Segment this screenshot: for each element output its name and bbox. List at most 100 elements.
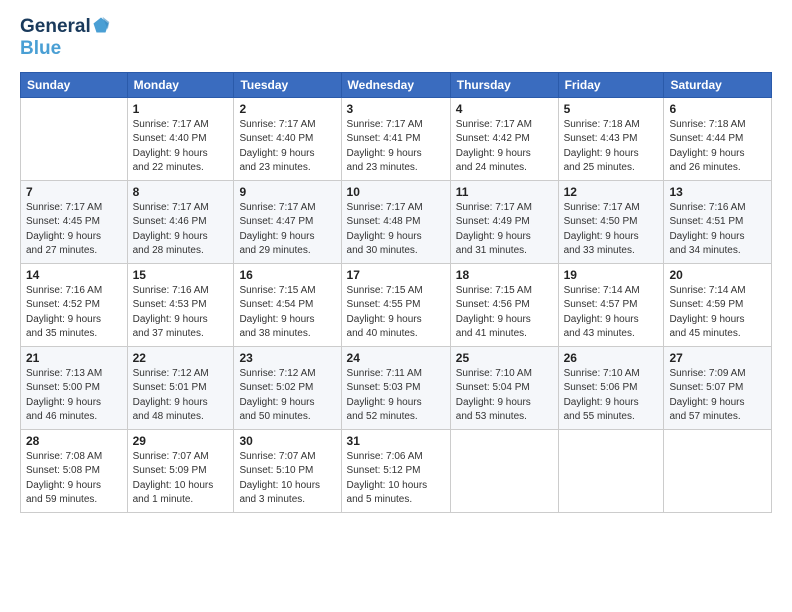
day-info: Sunrise: 7:17 AMSunset: 4:42 PMDaylight:… [456, 118, 553, 176]
week-row-3: 14 Sunrise: 7:16 AMSunset: 4:52 PMDayligh… [21, 263, 772, 346]
day-info: Sunrise: 7:17 AMSunset: 4:48 PMDaylight:… [347, 201, 445, 259]
day-number: 11 [456, 185, 553, 199]
calendar-cell: 9 Sunrise: 7:17 AMSunset: 4:47 PMDaylight… [234, 180, 341, 263]
day-info: Sunrise: 7:06 AMSunset: 5:12 PMDaylight:… [347, 450, 445, 508]
calendar-cell [450, 429, 558, 512]
col-header-monday: Monday [127, 72, 234, 97]
day-number: 26 [564, 351, 659, 365]
page-container: General Blue SundayMondayTuesdayWednesda… [0, 0, 792, 523]
calendar-cell: 3 Sunrise: 7:17 AMSunset: 4:41 PMDaylight… [341, 97, 450, 180]
day-number: 16 [239, 268, 335, 282]
day-number: 17 [347, 268, 445, 282]
calendar-cell: 20Sunrise: 7:14 AMSunset: 4:59 PMDayligh… [664, 263, 772, 346]
calendar-cell: 4 Sunrise: 7:17 AMSunset: 4:42 PMDaylight… [450, 97, 558, 180]
logo-blue-text: Blue [20, 38, 110, 60]
calendar-cell: 17Sunrise: 7:15 AMSunset: 4:55 PMDayligh… [341, 263, 450, 346]
day-info: Sunrise: 7:17 AMSunset: 4:40 PMDaylight:… [133, 118, 229, 176]
day-number: 23 [239, 351, 335, 365]
day-info: Sunrise: 7:17 AMSunset: 4:46 PMDaylight:… [133, 201, 229, 259]
day-info: Sunrise: 7:13 AMSunset: 5:00 PMDaylight:… [26, 367, 122, 425]
calendar-cell: 6 Sunrise: 7:18 AMSunset: 4:44 PMDaylight… [664, 97, 772, 180]
calendar-cell: 21 Sunrise: 7:13 AMSunset: 5:00 PMDayligh… [21, 346, 128, 429]
day-info: Sunrise: 7:18 AMSunset: 4:44 PMDaylight:… [669, 118, 766, 176]
col-header-wednesday: Wednesday [341, 72, 450, 97]
day-number: 1 [133, 102, 229, 116]
day-number: 2 [239, 102, 335, 116]
day-info: Sunrise: 7:16 AMSunset: 4:53 PMDaylight:… [133, 284, 229, 342]
calendar-cell: 25 Sunrise: 7:10 AMSunset: 5:04 PMDayligh… [450, 346, 558, 429]
calendar-cell [664, 429, 772, 512]
day-info: Sunrise: 7:11 AMSunset: 5:03 PMDaylight:… [347, 367, 445, 425]
header-row: SundayMondayTuesdayWednesdayThursdayFrid… [21, 72, 772, 97]
calendar-cell: 22 Sunrise: 7:12 AMSunset: 5:01 PMDayligh… [127, 346, 234, 429]
calendar-cell: 18 Sunrise: 7:15 AMSunset: 4:56 PMDayligh… [450, 263, 558, 346]
calendar-cell: 19 Sunrise: 7:14 AMSunset: 4:57 PMDayligh… [558, 263, 664, 346]
calendar-cell: 8 Sunrise: 7:17 AMSunset: 4:46 PMDaylight… [127, 180, 234, 263]
day-number: 29 [133, 434, 229, 448]
day-number: 24 [347, 351, 445, 365]
logo-icon [92, 16, 110, 34]
day-number: 6 [669, 102, 766, 116]
day-info: Sunrise: 7:16 AMSunset: 4:52 PMDaylight:… [26, 284, 122, 342]
day-number: 31 [347, 434, 445, 448]
calendar-cell: 14 Sunrise: 7:16 AMSunset: 4:52 PMDayligh… [21, 263, 128, 346]
calendar-cell: 13Sunrise: 7:16 AMSunset: 4:51 PMDayligh… [664, 180, 772, 263]
day-number: 12 [564, 185, 659, 199]
day-number: 14 [26, 268, 122, 282]
week-row-5: 28Sunrise: 7:08 AMSunset: 5:08 PMDayligh… [21, 429, 772, 512]
day-number: 4 [456, 102, 553, 116]
calendar-cell [558, 429, 664, 512]
day-number: 5 [564, 102, 659, 116]
week-row-4: 21 Sunrise: 7:13 AMSunset: 5:00 PMDayligh… [21, 346, 772, 429]
col-header-friday: Friday [558, 72, 664, 97]
day-number: 8 [133, 185, 229, 199]
calendar-cell: 28Sunrise: 7:08 AMSunset: 5:08 PMDayligh… [21, 429, 128, 512]
calendar-cell: 27Sunrise: 7:09 AMSunset: 5:07 PMDayligh… [664, 346, 772, 429]
calendar-cell: 16Sunrise: 7:15 AMSunset: 4:54 PMDayligh… [234, 263, 341, 346]
logo: General Blue [20, 16, 110, 60]
day-info: Sunrise: 7:18 AMSunset: 4:43 PMDaylight:… [564, 118, 659, 176]
day-number: 18 [456, 268, 553, 282]
day-info: Sunrise: 7:12 AMSunset: 5:02 PMDaylight:… [239, 367, 335, 425]
header: General Blue [20, 16, 772, 60]
calendar-cell: 15Sunrise: 7:16 AMSunset: 4:53 PMDayligh… [127, 263, 234, 346]
calendar-cell: 11Sunrise: 7:17 AMSunset: 4:49 PMDayligh… [450, 180, 558, 263]
col-header-sunday: Sunday [21, 72, 128, 97]
calendar-cell: 1 Sunrise: 7:17 AMSunset: 4:40 PMDaylight… [127, 97, 234, 180]
calendar-cell: 12 Sunrise: 7:17 AMSunset: 4:50 PMDayligh… [558, 180, 664, 263]
day-number: 28 [26, 434, 122, 448]
calendar-cell: 2Sunrise: 7:17 AMSunset: 4:40 PMDaylight… [234, 97, 341, 180]
day-info: Sunrise: 7:10 AMSunset: 5:04 PMDaylight:… [456, 367, 553, 425]
day-number: 7 [26, 185, 122, 199]
day-number: 27 [669, 351, 766, 365]
day-number: 19 [564, 268, 659, 282]
day-info: Sunrise: 7:17 AMSunset: 4:41 PMDaylight:… [347, 118, 445, 176]
col-header-thursday: Thursday [450, 72, 558, 97]
calendar-cell: 23 Sunrise: 7:12 AMSunset: 5:02 PMDayligh… [234, 346, 341, 429]
day-info: Sunrise: 7:10 AMSunset: 5:06 PMDaylight:… [564, 367, 659, 425]
day-info: Sunrise: 7:17 AMSunset: 4:47 PMDaylight:… [239, 201, 335, 259]
day-info: Sunrise: 7:07 AMSunset: 5:10 PMDaylight:… [239, 450, 335, 508]
calendar-header: SundayMondayTuesdayWednesdayThursdayFrid… [21, 72, 772, 97]
week-row-1: 1 Sunrise: 7:17 AMSunset: 4:40 PMDaylight… [21, 97, 772, 180]
day-number: 3 [347, 102, 445, 116]
calendar-cell: 10Sunrise: 7:17 AMSunset: 4:48 PMDayligh… [341, 180, 450, 263]
day-info: Sunrise: 7:07 AMSunset: 5:09 PMDaylight:… [133, 450, 229, 508]
day-number: 25 [456, 351, 553, 365]
day-number: 22 [133, 351, 229, 365]
day-info: Sunrise: 7:14 AMSunset: 4:57 PMDaylight:… [564, 284, 659, 342]
day-info: Sunrise: 7:15 AMSunset: 4:56 PMDaylight:… [456, 284, 553, 342]
day-info: Sunrise: 7:17 AMSunset: 4:45 PMDaylight:… [26, 201, 122, 259]
calendar-cell: 5 Sunrise: 7:18 AMSunset: 4:43 PMDaylight… [558, 97, 664, 180]
day-number: 20 [669, 268, 766, 282]
col-header-saturday: Saturday [664, 72, 772, 97]
calendar-cell: 29 Sunrise: 7:07 AMSunset: 5:09 PMDayligh… [127, 429, 234, 512]
logo-image: General Blue [20, 16, 110, 60]
calendar-body: 1 Sunrise: 7:17 AMSunset: 4:40 PMDaylight… [21, 97, 772, 512]
day-number: 21 [26, 351, 122, 365]
day-info: Sunrise: 7:17 AMSunset: 4:50 PMDaylight:… [564, 201, 659, 259]
calendar-cell: 30 Sunrise: 7:07 AMSunset: 5:10 PMDayligh… [234, 429, 341, 512]
day-info: Sunrise: 7:12 AMSunset: 5:01 PMDaylight:… [133, 367, 229, 425]
day-number: 30 [239, 434, 335, 448]
day-number: 9 [239, 185, 335, 199]
